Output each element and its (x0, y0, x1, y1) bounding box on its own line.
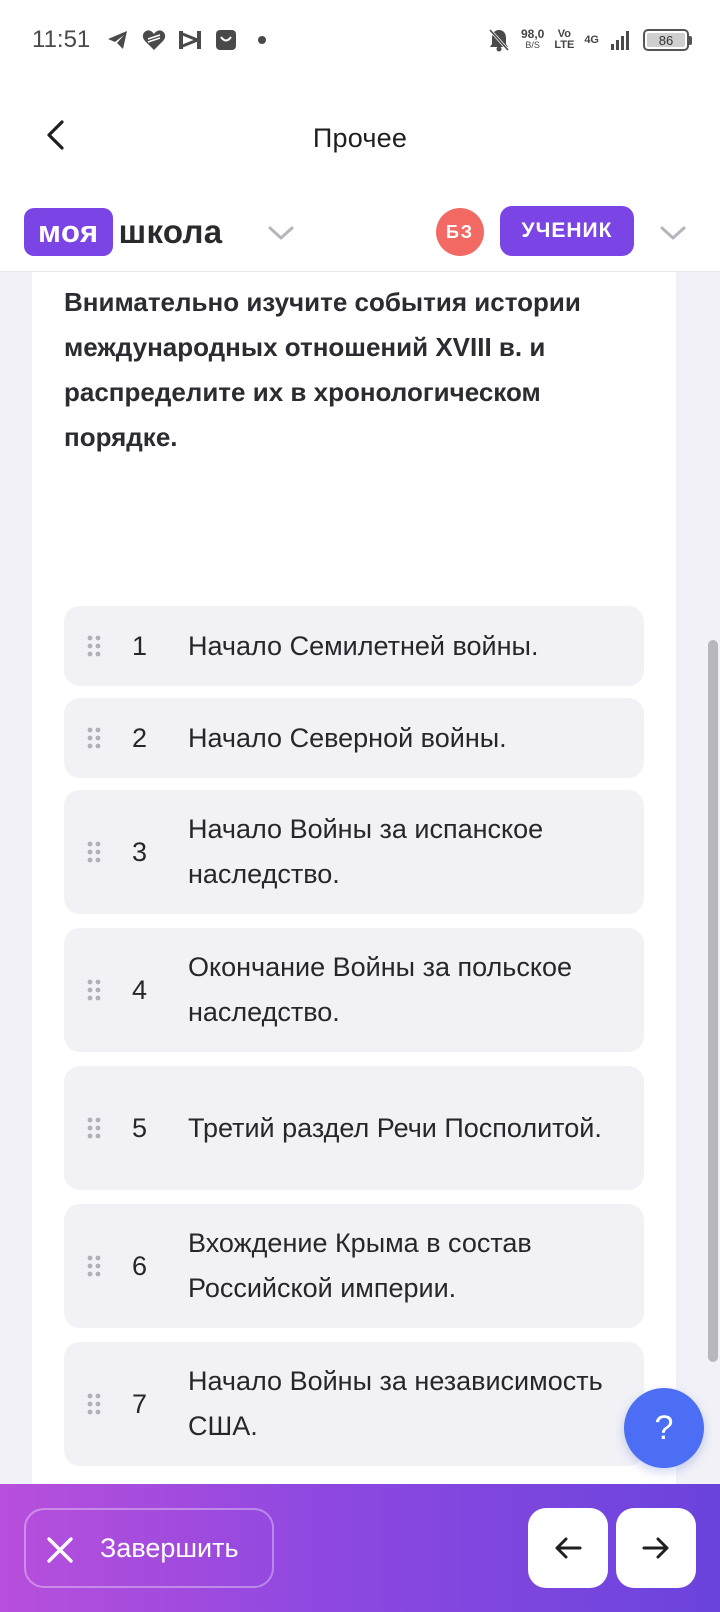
network-type: 4G (584, 33, 599, 46)
item-number: 1 (132, 630, 148, 661)
bottom-bar: Завершить (0, 1484, 720, 1612)
capcut-icon (178, 28, 202, 52)
logo-box: моя (24, 208, 113, 256)
school-dropdown-chevron[interactable] (266, 218, 296, 248)
app-bar: Прочее (0, 80, 720, 196)
drag-handle-icon[interactable] (86, 1393, 102, 1415)
item-text: Начало Семилетней войны. (188, 630, 539, 661)
list-item[interactable]: 2 Начало Северной войны. (64, 698, 644, 778)
role-dropdown-chevron[interactable] (656, 218, 690, 248)
status-time: 11:51 (32, 26, 91, 53)
page-title: Прочее (312, 122, 408, 153)
help-button[interactable]: ? (624, 1388, 704, 1468)
battery-icon: 86 (643, 29, 692, 51)
battery-body: 86 (643, 29, 689, 51)
avatar[interactable]: БЗ (436, 208, 484, 256)
item-number: 6 (132, 1250, 148, 1281)
item-text: Третий раздел Речи Посполитой. (188, 1112, 602, 1143)
list-item[interactable]: 5 Третий раздел Речи Посполитой. (64, 1066, 644, 1190)
item-text: Начало Северной войны. (188, 722, 507, 753)
list-item[interactable]: 7 Начало Войны за независимость США. (64, 1342, 644, 1466)
item-number: 2 (132, 722, 148, 753)
network-type-label: 4G (584, 33, 599, 46)
list-item[interactable]: 3 Начало Войны за испанское наследство. (64, 790, 644, 914)
bell-muted-icon (487, 28, 511, 52)
drag-handle-icon[interactable] (86, 727, 102, 749)
status-left: 11:51 (32, 26, 274, 54)
shopping-bag-icon (214, 28, 238, 52)
scrollbar[interactable] (708, 640, 718, 1362)
close-icon (47, 1537, 73, 1563)
item-number: 3 (132, 836, 148, 867)
item-text: Начало Войны за испанское наследство. (188, 814, 544, 889)
arrow-left-icon (555, 1537, 582, 1559)
item-text: Окончание Войны за польское наследство. (188, 952, 572, 1027)
role-badge[interactable]: УЧЕНИК (500, 206, 634, 256)
telegram-icon (106, 28, 130, 52)
item-number: 4 (132, 974, 148, 1005)
item-text: Начало Войны за независимость США. (188, 1366, 603, 1441)
volte-bottom: LTE (554, 39, 575, 51)
signal-icon (609, 28, 633, 52)
volte-indicator: Vo LTE (554, 29, 574, 51)
list-item[interactable]: 6 Вхождение Крыма в состав Российской им… (64, 1204, 644, 1328)
chevron-down-icon (660, 226, 686, 240)
net-speed: 98,0 B/S (520, 27, 545, 51)
drag-handle-icon[interactable] (86, 841, 102, 863)
battery-level: 86 (647, 33, 685, 48)
logo-text: школа (118, 213, 223, 250)
arrow-right-icon (642, 1537, 669, 1559)
drag-handle-icon[interactable] (86, 635, 102, 657)
logo[interactable]: моя школа (24, 208, 222, 256)
prev-button[interactable] (528, 1508, 608, 1588)
back-button[interactable] (30, 110, 80, 160)
next-button[interactable] (616, 1508, 696, 1588)
drag-handle-icon[interactable] (86, 979, 102, 1001)
item-number: 7 (132, 1388, 148, 1419)
chevron-down-icon (268, 226, 294, 240)
item-number: 5 (132, 1112, 148, 1143)
finish-button[interactable]: Завершить (24, 1508, 274, 1588)
list-item[interactable]: 4 Окончание Войны за польское наследство… (64, 928, 644, 1052)
drag-handle-icon[interactable] (86, 1255, 102, 1277)
heart-icon (142, 28, 166, 52)
net-speed-value: 98,0 (520, 27, 545, 41)
finish-label: Завершить (100, 1532, 239, 1563)
battery-tip (689, 35, 692, 45)
dot-icon (250, 28, 274, 52)
drag-handle-icon[interactable] (86, 1117, 102, 1139)
item-text: Вхождение Крыма в состав Российской импе… (188, 1228, 532, 1303)
status-bar: 11:51 98,0 B/S Vo LTE 4G 86 (0, 0, 720, 80)
list-item[interactable]: 1 Начало Семилетней войны. (64, 606, 644, 686)
chevron-left-icon (47, 120, 64, 150)
net-speed-unit: B/S (525, 40, 540, 50)
brand-header: моя школа БЗ УЧЕНИК (0, 196, 720, 272)
question-text: Внимательно изучите события истории межд… (64, 287, 581, 452)
status-right: 98,0 B/S Vo LTE 4G 86 (487, 28, 692, 52)
